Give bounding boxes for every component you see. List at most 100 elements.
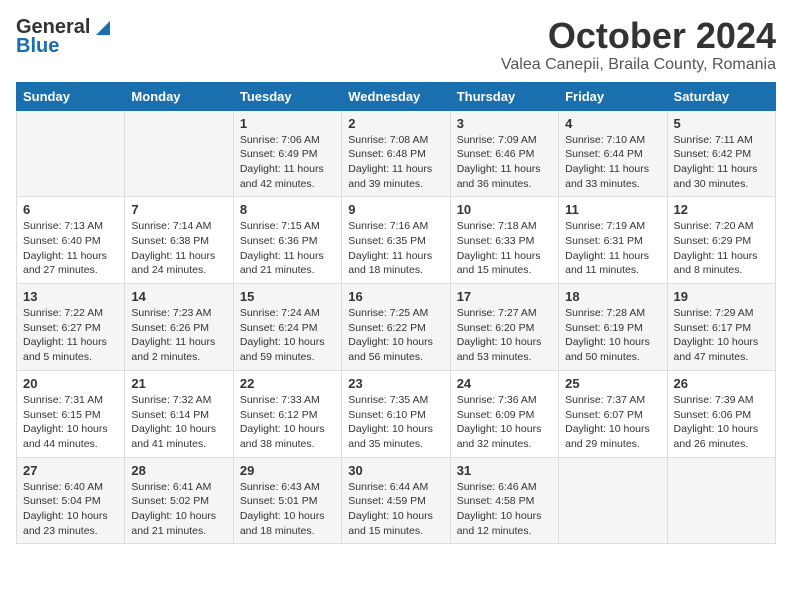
day-info: Sunrise: 7:24 AM Sunset: 6:24 PM Dayligh… (240, 306, 335, 365)
calendar-cell: 28 Sunrise: 6:41 AM Sunset: 5:02 PM Dayli… (125, 457, 233, 544)
calendar-cell: 24 Sunrise: 7:36 AM Sunset: 6:09 PM Dayli… (450, 370, 558, 457)
day-info: Sunrise: 7:06 AM Sunset: 6:49 PM Dayligh… (240, 133, 335, 192)
day-info: Sunrise: 7:18 AM Sunset: 6:33 PM Dayligh… (457, 219, 552, 278)
day-info: Sunrise: 7:22 AM Sunset: 6:27 PM Dayligh… (23, 306, 118, 365)
day-info: Sunrise: 7:39 AM Sunset: 6:06 PM Dayligh… (674, 393, 769, 452)
day-number: 8 (240, 202, 335, 217)
day-info: Sunrise: 7:15 AM Sunset: 6:36 PM Dayligh… (240, 219, 335, 278)
day-info: Sunrise: 7:36 AM Sunset: 6:09 PM Dayligh… (457, 393, 552, 452)
day-number: 22 (240, 376, 335, 391)
day-number: 11 (565, 202, 660, 217)
calendar-cell: 29Sunrise: 6:43 AM Sunset: 5:01 PM Dayli… (233, 457, 341, 544)
calendar-cell: 30Sunrise: 6:44 AM Sunset: 4:59 PM Dayli… (342, 457, 450, 544)
calendar-cell: 15 Sunrise: 7:24 AM Sunset: 6:24 PM Dayli… (233, 284, 341, 371)
day-number: 26 (674, 376, 769, 391)
day-number: 6 (23, 202, 118, 217)
calendar-cell: 5 Sunrise: 7:11 AM Sunset: 6:42 PM Daylig… (667, 110, 775, 197)
day-info: Sunrise: 7:14 AM Sunset: 6:38 PM Dayligh… (131, 219, 226, 278)
calendar-cell: 6 Sunrise: 7:13 AM Sunset: 6:40 PM Daylig… (17, 197, 125, 284)
calendar-cell: 12 Sunrise: 7:20 AM Sunset: 6:29 PM Dayli… (667, 197, 775, 284)
day-number: 20 (23, 376, 118, 391)
day-number: 7 (131, 202, 226, 217)
day-info: Sunrise: 6:44 AM Sunset: 4:59 PM Dayligh… (348, 480, 443, 539)
month-title: October 2024 (501, 16, 776, 56)
calendar-cell: 14Sunrise: 7:23 AM Sunset: 6:26 PM Dayli… (125, 284, 233, 371)
day-info: Sunrise: 7:37 AM Sunset: 6:07 PM Dayligh… (565, 393, 660, 452)
day-info: Sunrise: 7:20 AM Sunset: 6:29 PM Dayligh… (674, 219, 769, 278)
week-row-4: 20Sunrise: 7:31 AM Sunset: 6:15 PM Dayli… (17, 370, 776, 457)
calendar-cell (667, 457, 775, 544)
day-number: 27 (23, 463, 118, 478)
calendar-cell (17, 110, 125, 197)
logo-blue: Blue (16, 35, 59, 58)
calendar-cell: 2 Sunrise: 7:08 AM Sunset: 6:48 PM Daylig… (342, 110, 450, 197)
calendar-cell: 1 Sunrise: 7:06 AM Sunset: 6:49 PM Daylig… (233, 110, 341, 197)
column-header-tuesday: Tuesday (233, 82, 341, 110)
day-number: 25 (565, 376, 660, 391)
calendar-cell: 3 Sunrise: 7:09 AM Sunset: 6:46 PM Daylig… (450, 110, 558, 197)
day-number: 24 (457, 376, 552, 391)
day-info: Sunrise: 7:13 AM Sunset: 6:40 PM Dayligh… (23, 219, 118, 278)
calendar-cell: 31 Sunrise: 6:46 AM Sunset: 4:58 PM Dayli… (450, 457, 558, 544)
column-header-sunday: Sunday (17, 82, 125, 110)
day-number: 15 (240, 289, 335, 304)
day-info: Sunrise: 7:32 AM Sunset: 6:14 PM Dayligh… (131, 393, 226, 452)
day-info: Sunrise: 7:11 AM Sunset: 6:42 PM Dayligh… (674, 133, 769, 192)
day-number: 2 (348, 116, 443, 131)
calendar-cell: 21 Sunrise: 7:32 AM Sunset: 6:14 PM Dayli… (125, 370, 233, 457)
day-info: Sunrise: 6:46 AM Sunset: 4:58 PM Dayligh… (457, 480, 552, 539)
week-row-3: 13 Sunrise: 7:22 AM Sunset: 6:27 PM Dayli… (17, 284, 776, 371)
calendar-cell (559, 457, 667, 544)
column-header-thursday: Thursday (450, 82, 558, 110)
week-row-1: 1 Sunrise: 7:06 AM Sunset: 6:49 PM Daylig… (17, 110, 776, 197)
day-info: Sunrise: 7:29 AM Sunset: 6:17 PM Dayligh… (674, 306, 769, 365)
calendar-cell: 9Sunrise: 7:16 AM Sunset: 6:35 PM Daylig… (342, 197, 450, 284)
day-number: 23 (348, 376, 443, 391)
calendar-cell: 16 Sunrise: 7:25 AM Sunset: 6:22 PM Dayli… (342, 284, 450, 371)
column-header-wednesday: Wednesday (342, 82, 450, 110)
day-number: 31 (457, 463, 552, 478)
day-number: 13 (23, 289, 118, 304)
day-info: Sunrise: 7:09 AM Sunset: 6:46 PM Dayligh… (457, 133, 552, 192)
calendar-cell: 22 Sunrise: 7:33 AM Sunset: 6:12 PM Dayli… (233, 370, 341, 457)
day-number: 3 (457, 116, 552, 131)
calendar-cell: 4 Sunrise: 7:10 AM Sunset: 6:44 PM Daylig… (559, 110, 667, 197)
day-info: Sunrise: 7:35 AM Sunset: 6:10 PM Dayligh… (348, 393, 443, 452)
week-row-2: 6 Sunrise: 7:13 AM Sunset: 6:40 PM Daylig… (17, 197, 776, 284)
day-number: 1 (240, 116, 335, 131)
day-number: 21 (131, 376, 226, 391)
day-number: 4 (565, 116, 660, 131)
day-number: 5 (674, 116, 769, 131)
calendar-table: SundayMondayTuesdayWednesdayThursdayFrid… (16, 82, 776, 545)
day-number: 28 (131, 463, 226, 478)
day-info: Sunrise: 6:40 AM Sunset: 5:04 PM Dayligh… (23, 480, 118, 539)
day-info: Sunrise: 7:33 AM Sunset: 6:12 PM Dayligh… (240, 393, 335, 452)
calendar-cell: 20Sunrise: 7:31 AM Sunset: 6:15 PM Dayli… (17, 370, 125, 457)
day-number: 14 (131, 289, 226, 304)
column-header-monday: Monday (125, 82, 233, 110)
calendar-cell: 13 Sunrise: 7:22 AM Sunset: 6:27 PM Dayli… (17, 284, 125, 371)
calendar-cell: 25 Sunrise: 7:37 AM Sunset: 6:07 PM Dayli… (559, 370, 667, 457)
calendar-cell: 27 Sunrise: 6:40 AM Sunset: 5:04 PM Dayli… (17, 457, 125, 544)
calendar-cell: 26 Sunrise: 7:39 AM Sunset: 6:06 PM Dayli… (667, 370, 775, 457)
column-header-friday: Friday (559, 82, 667, 110)
day-number: 9 (348, 202, 443, 217)
day-number: 16 (348, 289, 443, 304)
day-info: Sunrise: 7:08 AM Sunset: 6:48 PM Dayligh… (348, 133, 443, 192)
day-info: Sunrise: 7:10 AM Sunset: 6:44 PM Dayligh… (565, 133, 660, 192)
day-number: 12 (674, 202, 769, 217)
day-info: Sunrise: 6:41 AM Sunset: 5:02 PM Dayligh… (131, 480, 226, 539)
calendar-cell: 19 Sunrise: 7:29 AM Sunset: 6:17 PM Dayli… (667, 284, 775, 371)
page-header: General Blue October 2024 Valea Canepii,… (16, 16, 776, 74)
day-info: Sunrise: 7:27 AM Sunset: 6:20 PM Dayligh… (457, 306, 552, 365)
day-info: Sunrise: 6:43 AM Sunset: 5:01 PM Dayligh… (240, 480, 335, 539)
day-info: Sunrise: 7:25 AM Sunset: 6:22 PM Dayligh… (348, 306, 443, 365)
location-title: Valea Canepii, Braila County, Romania (501, 56, 776, 74)
calendar-cell: 18Sunrise: 7:28 AM Sunset: 6:19 PM Dayli… (559, 284, 667, 371)
calendar-cell: 23 Sunrise: 7:35 AM Sunset: 6:10 PM Dayli… (342, 370, 450, 457)
logo: General Blue (16, 16, 110, 58)
logo-triangle-icon (92, 19, 110, 37)
title-section: October 2024 Valea Canepii, Braila Count… (501, 16, 776, 74)
calendar-cell: 10Sunrise: 7:18 AM Sunset: 6:33 PM Dayli… (450, 197, 558, 284)
day-number: 19 (674, 289, 769, 304)
